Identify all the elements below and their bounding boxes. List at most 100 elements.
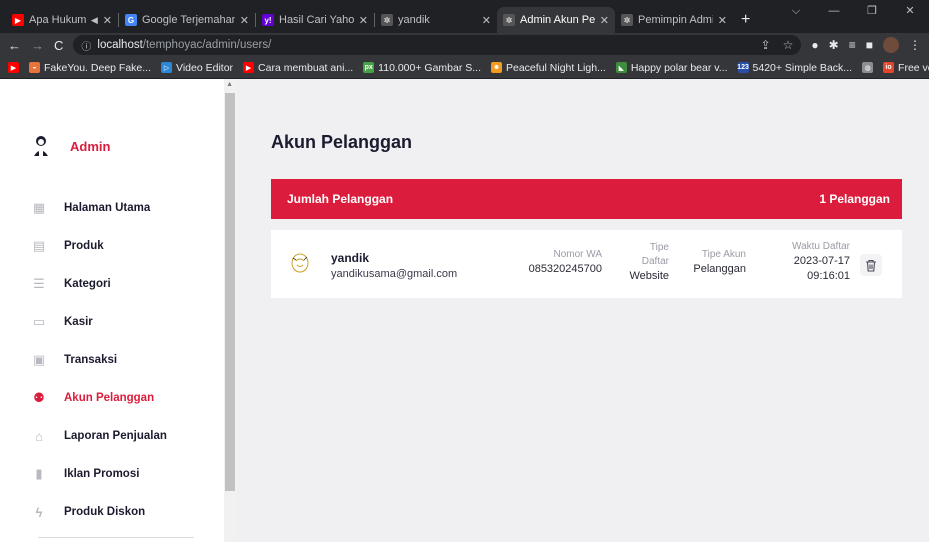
audio-icon[interactable]: ◀	[91, 15, 98, 26]
main-content: Akun Pelanggan Jumlah Pelanggan 1 Pelang…	[236, 79, 929, 542]
count-label: Jumlah Pelanggan	[287, 192, 394, 206]
reload-icon[interactable]: C	[54, 38, 63, 53]
sidebar-item[interactable]: ▦ Halaman Utama	[32, 189, 167, 227]
sidebar-item[interactable]: ▭ Kasir	[32, 303, 167, 341]
new-tab-button[interactable]: +	[733, 7, 758, 33]
scroll-up-icon[interactable]: ▲	[226, 81, 233, 88]
delete-customer-button[interactable]	[860, 254, 882, 276]
bolt-icon: ϟ	[35, 504, 43, 520]
bookmark-item[interactable]: ▷ Video Editor	[161, 62, 233, 74]
account-type-value: Pelanggan	[693, 263, 746, 275]
wa-column: Nomor WA 085320245700	[529, 248, 602, 277]
restore-icon[interactable]: ❐	[853, 0, 891, 22]
browser-tab[interactable]: G Google Terjemahan ✕	[119, 7, 255, 33]
bookmark-favicon-icon: io	[883, 62, 895, 73]
bookmark-favicon-icon: ☻	[491, 62, 502, 73]
sidebar-item[interactable]: ☰ Kategori	[32, 265, 167, 303]
page-title: Akun Pelanggan	[271, 132, 413, 152]
browser-tab[interactable]: ▶ Apa Hukum M ◀ ✕	[6, 7, 118, 33]
minimize-icon[interactable]: —	[815, 0, 853, 22]
account-type-column: Tipe Akun Pelanggan	[693, 248, 746, 277]
sidebar-item-label: Produk Diskon	[64, 506, 146, 518]
bookmark-favicon-icon: ▶	[243, 62, 255, 73]
sidebar-divider	[38, 537, 194, 538]
tab-close-icon[interactable]: ✕	[359, 14, 368, 27]
customer-count-bar: Jumlah Pelanggan 1 Pelanggan	[271, 179, 902, 219]
sidebar-item[interactable]: ▣ Transaksi	[32, 341, 167, 379]
reading-list-icon[interactable]: ≡	[849, 38, 856, 52]
sidebar-item-label: Transaksi	[64, 354, 118, 366]
wa-value: 085320245700	[528, 263, 602, 275]
sidebar-item[interactable]: ⚉ Akun Pelanggan	[32, 379, 167, 417]
tab-close-icon[interactable]: ✕	[482, 14, 491, 27]
browser-tab[interactable]: ✲ yandik ✕	[375, 7, 497, 33]
account-type-label: Tipe Akun	[701, 249, 746, 260]
close-window-icon[interactable]: ✕	[891, 0, 929, 22]
tab-close-icon[interactable]: ✕	[103, 14, 112, 27]
bookmark-favicon-icon: px	[363, 62, 375, 73]
admin-app: Admin ▦ Halaman Utama ▤ Produk ☰ Kategori ▭ Kas…	[0, 79, 929, 542]
browser-chrome: ⌵ — ❐ ✕ ▶ Apa Hukum M ◀ ✕ G Google Terjemahan…	[0, 0, 929, 79]
bookmark-label: Free vector "Vector...	[898, 61, 929, 74]
bookmark-star-icon[interactable]: ☆	[783, 38, 794, 52]
bookmark-item[interactable]: ◒ FakeYou. Deep Fake...	[29, 62, 151, 74]
site-info-icon[interactable]: ⓘ	[81, 38, 91, 53]
sidebar-item[interactable]: ϟ Produk Diskon	[32, 493, 167, 531]
puzzle-extension-icon[interactable]: ✱	[829, 38, 839, 52]
site-icon: ✲	[503, 14, 515, 26]
sidebar-item[interactable]: ▤ Produk	[32, 227, 167, 265]
bookmark-item[interactable]: ▶ Cara membuat ani...	[243, 62, 353, 74]
sidebar-item[interactable]: ▮ Iklan Promosi	[32, 455, 167, 493]
bookmark-label: Cara membuat ani...	[258, 61, 354, 74]
sidebar-item-label: Iklan Promosi	[64, 468, 140, 480]
url-path: /temphoyac/admin/users/	[142, 39, 272, 51]
forward-icon[interactable]: →	[31, 38, 44, 53]
bookmark-item[interactable]: ◣ Happy polar bear v...	[615, 62, 728, 74]
sidebar-scrollbar[interactable]: ▲	[224, 79, 236, 542]
browser-tab[interactable]: ✲ Admin Akun Pelang ✕	[497, 7, 615, 33]
customer-card: yandik yandikusama@gmail.com Nomor WA 08…	[271, 230, 902, 298]
customer-name: yandik	[331, 251, 370, 265]
scrollbar-thumb[interactable]	[225, 93, 235, 491]
tab-title: Apa Hukum M	[29, 14, 86, 26]
bookmark-item[interactable]: 123 5420+ Simple Back...	[737, 62, 852, 74]
back-icon[interactable]: ←	[8, 38, 21, 53]
site-icon: ✲	[621, 14, 633, 26]
bookmarks-bar: ▶ ◒ FakeYou. Deep Fake... ▷ Video Editor ▶ Car…	[0, 57, 929, 79]
sidebar-item-label: Akun Pelanggan	[64, 392, 155, 404]
register-time: 09:16:01	[807, 270, 850, 282]
url-host: localhost	[97, 39, 143, 51]
profile-avatar[interactable]	[883, 37, 899, 53]
box-icon: ▤	[32, 238, 46, 253]
brand[interactable]: Admin	[32, 135, 110, 157]
bookmark-item[interactable]: ioFree vector "Vector...	[883, 62, 929, 74]
tab-title: Google Terjemahan	[142, 14, 235, 26]
wa-label: Nomor WA	[553, 249, 602, 260]
bookmark-item[interactable]: px 110.000+ Gambar S...	[363, 62, 481, 74]
sidebar-item[interactable]: ⌂ Laporan Penjualan	[32, 417, 167, 455]
bookmark-item[interactable]: ☻ Peaceful Night Ligh...	[491, 62, 606, 74]
sidebar-item-label: Kasir	[64, 316, 93, 328]
register-type-column: Tipe Daftar Website	[629, 241, 669, 284]
sidebar-item-label: Halaman Utama	[64, 202, 151, 214]
browser-tab[interactable]: ✲ Pemimpin Admin A ✕	[615, 7, 733, 33]
extensions-area: ● ✱ ≡ ■ ⋮	[811, 37, 921, 53]
sidebar-item-label: Laporan Penjualan	[64, 430, 167, 442]
tab-close-icon[interactable]: ✕	[600, 14, 609, 27]
list-icon: ☰	[33, 276, 45, 291]
bookmark-favicon-icon: ◍	[862, 62, 874, 73]
menu-kebab-icon[interactable]: ⋮	[909, 38, 921, 52]
tab-close-icon[interactable]: ✕	[718, 14, 727, 27]
tab-close-icon[interactable]: ✕	[240, 14, 249, 27]
url-bar[interactable]: ⓘ localhost/temphoyac/admin/users/ ⇪ ☆	[73, 35, 802, 55]
brand-name: Admin	[70, 138, 111, 154]
bookmark-item[interactable]: ▶	[8, 62, 19, 73]
bookmark-item[interactable]: ◍	[862, 62, 874, 73]
browser-tab[interactable]: y! Hasil Cari Yahoo un ✕	[256, 7, 374, 33]
tab-search-icon[interactable]: ⌵	[777, 0, 815, 22]
side-panel-icon[interactable]: ■	[866, 38, 873, 52]
share-icon[interactable]: ⇪	[761, 38, 771, 52]
bookmark-label: Peaceful Night Ligh...	[506, 61, 606, 74]
tab-title: Pemimpin Admin A	[638, 14, 713, 26]
record-extension-icon[interactable]: ●	[811, 38, 818, 52]
